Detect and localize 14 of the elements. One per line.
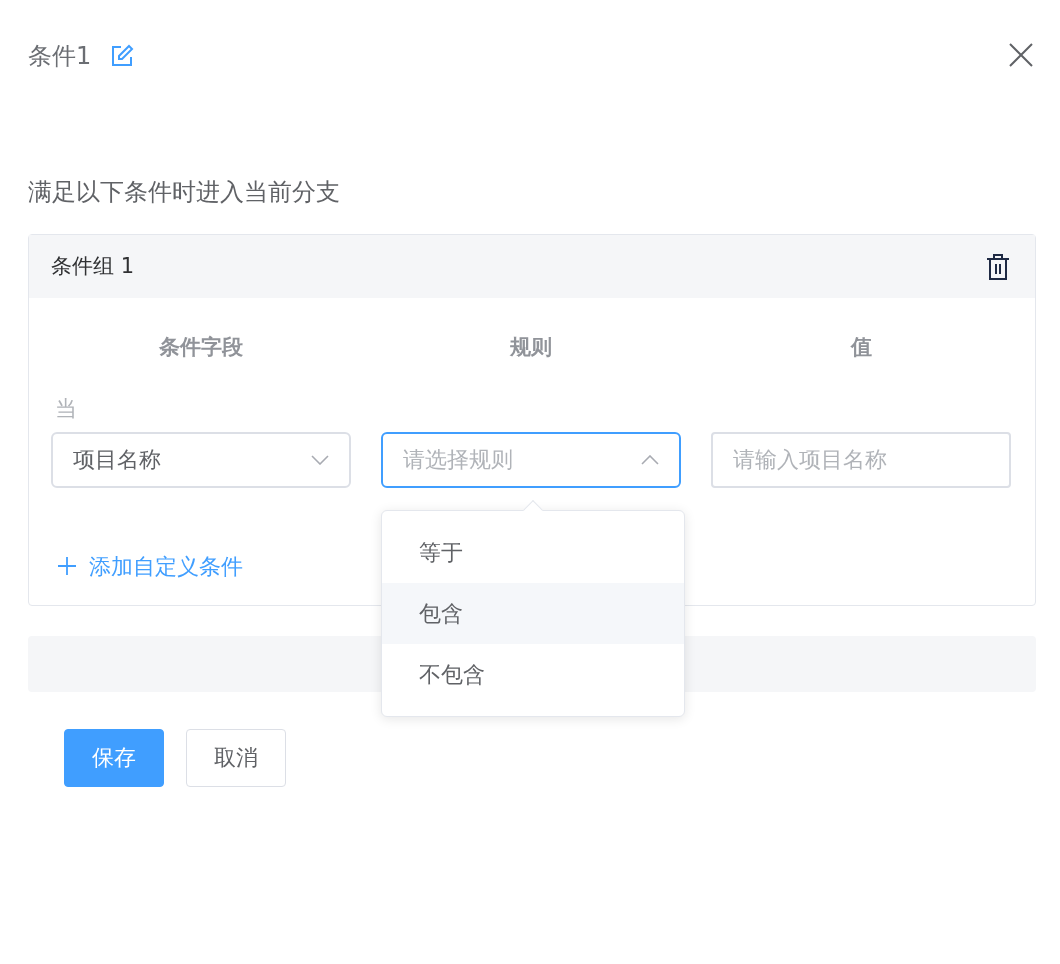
column-header: 规则 — [509, 334, 553, 361]
column-header: 值 — [849, 334, 873, 361]
plus-icon — [57, 556, 77, 576]
dialog-title: 条件1 — [28, 41, 92, 72]
group-title: 条件组 1 — [51, 252, 135, 280]
condition-prefix: 当 — [55, 394, 78, 423]
dropdown-option[interactable]: 等于 — [382, 521, 684, 583]
value-input[interactable]: 请输入项目名称 — [711, 431, 1011, 488]
cancel-button[interactable]: 取消 — [186, 728, 286, 787]
condition-description: 满足以下条件时进入当前分支 — [28, 177, 341, 208]
dropdown-option[interactable]: 包含 — [382, 582, 684, 644]
field-select[interactable]: 项目名称 — [51, 431, 351, 488]
dropdown-option[interactable]: 不包含 — [382, 643, 684, 705]
column-header: 条件字段 — [158, 334, 244, 361]
